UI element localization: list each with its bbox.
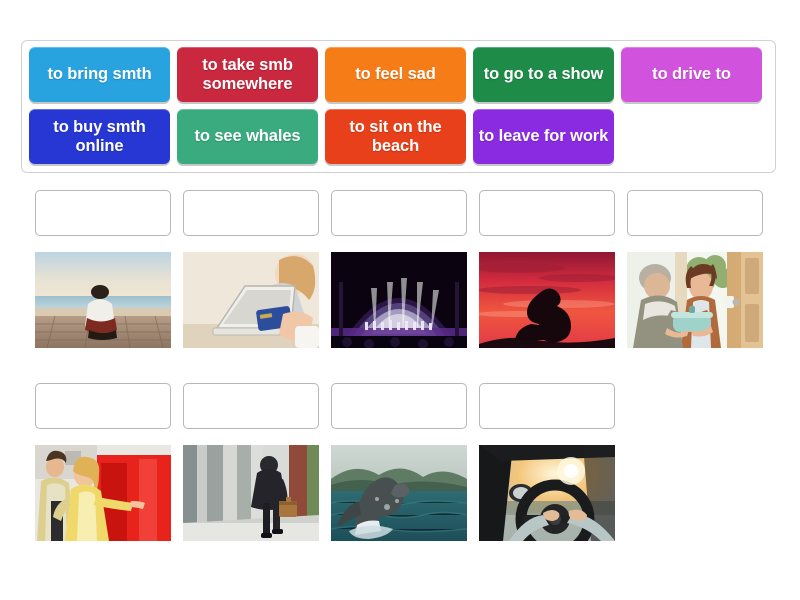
dropzone-3[interactable] bbox=[331, 190, 467, 236]
dropzone-7[interactable] bbox=[183, 383, 319, 429]
word-bank-row-1: to bring smth to take smb somewhere to f… bbox=[29, 47, 768, 102]
dropzone-6[interactable] bbox=[35, 383, 171, 429]
dropzone-row-2 bbox=[35, 383, 615, 429]
image-laptop-credit-card[interactable] bbox=[183, 252, 319, 348]
dropzone-5[interactable] bbox=[627, 190, 763, 236]
image-man-bringing-dish[interactable] bbox=[627, 252, 763, 348]
image-row-1 bbox=[35, 252, 763, 348]
dropzone-9[interactable] bbox=[479, 383, 615, 429]
tile-to-buy-smth-online[interactable]: to buy smth online bbox=[29, 109, 170, 164]
answer-grid-row-2 bbox=[35, 383, 615, 541]
dropzone-2[interactable] bbox=[183, 190, 319, 236]
image-couple-pointing[interactable] bbox=[35, 445, 171, 541]
image-concert-stage[interactable] bbox=[331, 252, 467, 348]
word-bank-row-2: to buy smth online to see whales to sit … bbox=[29, 109, 768, 164]
word-bank-panel: to bring smth to take smb somewhere to f… bbox=[21, 40, 776, 173]
image-sad-silhouette-sunset[interactable] bbox=[479, 252, 615, 348]
tile-to-leave-for-work[interactable]: to leave for work bbox=[473, 109, 614, 164]
image-breaching-whale[interactable] bbox=[331, 445, 467, 541]
tile-to-drive-to[interactable]: to drive to bbox=[621, 47, 762, 102]
word-bank-empty-slot bbox=[621, 109, 762, 164]
answer-grid-row-1 bbox=[35, 190, 763, 348]
image-row-2 bbox=[35, 445, 615, 541]
tile-to-take-smb-somewhere[interactable]: to take smb somewhere bbox=[177, 47, 318, 102]
tile-to-see-whales[interactable]: to see whales bbox=[177, 109, 318, 164]
dropzone-1[interactable] bbox=[35, 190, 171, 236]
tile-to-go-to-a-show[interactable]: to go to a show bbox=[473, 47, 614, 102]
tile-to-feel-sad[interactable]: to feel sad bbox=[325, 47, 466, 102]
tile-to-bring-smth[interactable]: to bring smth bbox=[29, 47, 170, 102]
image-driving-car[interactable] bbox=[479, 445, 615, 541]
image-man-sitting-on-beach[interactable] bbox=[35, 252, 171, 348]
tile-to-sit-on-the-beach[interactable]: to sit on the beach bbox=[325, 109, 466, 164]
dropzone-row-1 bbox=[35, 190, 763, 236]
dropzone-8[interactable] bbox=[331, 383, 467, 429]
image-businessman-walking[interactable] bbox=[183, 445, 319, 541]
dropzone-4[interactable] bbox=[479, 190, 615, 236]
match-up-activity: to bring smth to take smb somewhere to f… bbox=[0, 0, 800, 600]
